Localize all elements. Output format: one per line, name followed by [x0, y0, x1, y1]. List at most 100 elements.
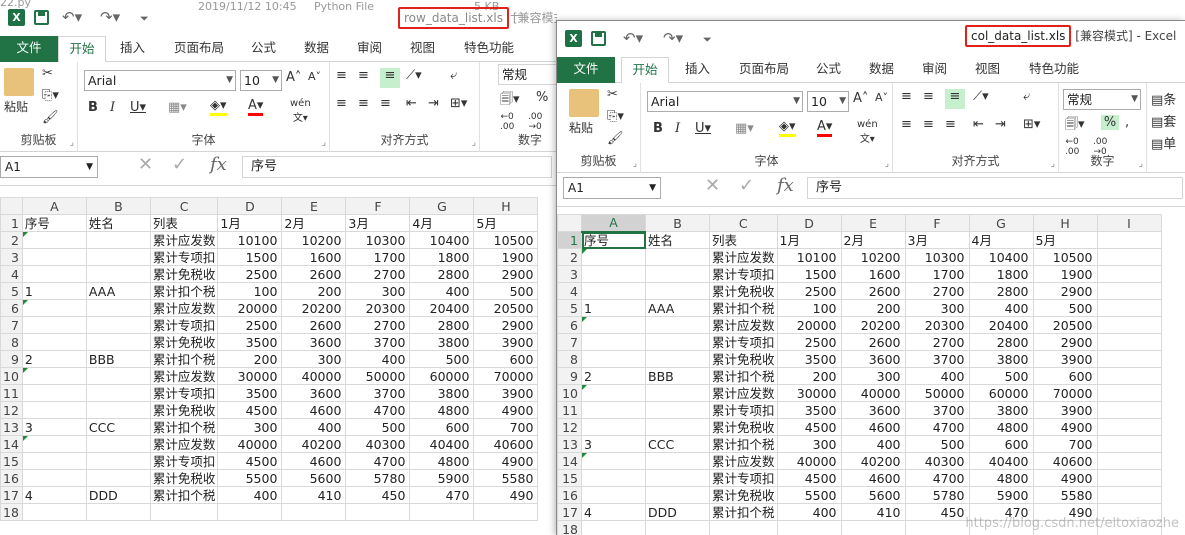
- cell-g9[interactable]: 500: [409, 350, 475, 368]
- border-icon[interactable]: ▦▾: [168, 100, 187, 115]
- cell-d18[interactable]: [776, 520, 842, 535]
- cell-h13[interactable]: 700: [473, 418, 539, 436]
- cell-d6[interactable]: 20000: [776, 316, 842, 334]
- cell-b15[interactable]: [645, 469, 710, 487]
- cell-e12[interactable]: 4600: [840, 418, 906, 436]
- cell-g4[interactable]: 2800: [968, 282, 1034, 300]
- cell-d13[interactable]: 300: [217, 418, 283, 436]
- cell-e11[interactable]: 3600: [281, 384, 347, 402]
- cell-c3[interactable]: 累计专项扣: [149, 248, 219, 266]
- row-header[interactable]: 13: [557, 435, 582, 453]
- cell-h6[interactable]: 20500: [473, 299, 539, 317]
- cell-g5[interactable]: 400: [409, 282, 475, 300]
- italic-icon[interactable]: I: [110, 100, 115, 115]
- cell-e17[interactable]: 410: [281, 486, 347, 504]
- cell-i16[interactable]: [1096, 486, 1162, 504]
- cell-i6[interactable]: [1096, 316, 1162, 334]
- tab-page-layout[interactable]: 页面布局: [168, 36, 230, 62]
- tab-data[interactable]: 数据: [863, 57, 900, 83]
- cell-styles-button[interactable]: ▤单: [1151, 133, 1176, 152]
- font-color-icon[interactable]: A▾: [248, 98, 264, 116]
- cut-icon[interactable]: ✂: [42, 66, 53, 81]
- cell-c2[interactable]: 累计应发数: [709, 248, 778, 266]
- align-right-icon[interactable]: ≡: [945, 117, 956, 132]
- comma-icon[interactable]: ,: [1125, 115, 1129, 130]
- row-header[interactable]: 11: [557, 401, 582, 419]
- cell-g16[interactable]: 5900: [409, 469, 475, 487]
- cell-h7[interactable]: 2900: [1032, 333, 1098, 351]
- indent-decrease-icon[interactable]: ⇤: [406, 96, 417, 111]
- format-painter-icon[interactable]: 🖌: [607, 131, 624, 146]
- column-header-c[interactable]: C: [709, 214, 778, 232]
- cell-c17[interactable]: 累计扣个税: [709, 503, 778, 521]
- align-center-v-icon[interactable]: ≡: [358, 68, 369, 83]
- column-header-d[interactable]: D: [776, 214, 842, 232]
- cell-a10[interactable]: [581, 384, 646, 402]
- phonetic-icon[interactable]: wén 文▾: [290, 98, 311, 124]
- cell-a8[interactable]: [21, 333, 87, 351]
- italic-icon[interactable]: I: [675, 121, 680, 136]
- cell-c8[interactable]: 累计免税收: [709, 350, 778, 368]
- cell-e2[interactable]: 10200: [281, 231, 347, 249]
- phonetic-icon[interactable]: wén 文▾: [857, 119, 878, 145]
- cell-c7[interactable]: 累计专项扣: [149, 316, 219, 334]
- column-header-i[interactable]: I: [1096, 214, 1162, 232]
- cell-g3[interactable]: 1800: [409, 248, 475, 266]
- cell-e9[interactable]: 300: [281, 350, 347, 368]
- row-header[interactable]: 8: [557, 350, 582, 368]
- cell-i2[interactable]: [1096, 248, 1162, 266]
- row-header[interactable]: 18: [557, 520, 582, 535]
- tab-view[interactable]: 视图: [404, 36, 441, 62]
- tab-features[interactable]: 特色功能: [1023, 57, 1085, 83]
- cell-h12[interactable]: 4900: [473, 401, 539, 419]
- cell-g15[interactable]: 4800: [968, 469, 1034, 487]
- cell-b3[interactable]: [645, 265, 710, 283]
- percent-icon[interactable]: %: [536, 90, 548, 105]
- cell-h10[interactable]: 70000: [473, 367, 539, 385]
- cell-g15[interactable]: 4800: [409, 452, 475, 470]
- cell-b16[interactable]: [645, 486, 710, 504]
- cell-h1[interactable]: 5月: [1032, 231, 1098, 249]
- cell-d14[interactable]: 40000: [217, 435, 283, 453]
- cell-h4[interactable]: 2900: [1032, 282, 1098, 300]
- cell-h10[interactable]: 70000: [1032, 384, 1098, 402]
- cell-e13[interactable]: 400: [840, 435, 906, 453]
- indent-increase-icon[interactable]: ⇥: [428, 96, 439, 111]
- cell-e8[interactable]: 3600: [281, 333, 347, 351]
- dialog-launcher-icon[interactable]: ⌟: [1139, 159, 1143, 169]
- cell-c14[interactable]: 累计应发数: [149, 435, 219, 453]
- dialog-launcher-icon[interactable]: ⌟: [885, 159, 889, 169]
- cell-f13[interactable]: 500: [904, 435, 970, 453]
- cell-i7[interactable]: [1096, 333, 1162, 351]
- fill-color-icon[interactable]: ◈▾: [210, 98, 227, 116]
- merge-icon[interactable]: ⊞▾: [450, 96, 467, 111]
- cell-d10[interactable]: 30000: [776, 384, 842, 402]
- formula-input[interactable]: 序号: [242, 156, 552, 178]
- cell-f7[interactable]: 2700: [904, 333, 970, 351]
- cell-h13[interactable]: 700: [1032, 435, 1098, 453]
- cell-e5[interactable]: 200: [840, 299, 906, 317]
- cell-i5[interactable]: [1096, 299, 1162, 317]
- wrap-text-icon[interactable]: ⤶: [450, 68, 457, 83]
- cell-g12[interactable]: 4800: [409, 401, 475, 419]
- cell-h15[interactable]: 4900: [1032, 469, 1098, 487]
- row-header[interactable]: 10: [557, 384, 582, 402]
- cell-c17[interactable]: 累计扣个税: [149, 486, 219, 504]
- cell-c4[interactable]: 累计免税收: [149, 265, 219, 283]
- dialog-launcher-icon[interactable]: ⌟: [70, 138, 74, 148]
- cell-i1[interactable]: [1096, 231, 1162, 249]
- cell-e17[interactable]: 410: [840, 503, 906, 521]
- merge-icon[interactable]: ⊞▾: [1023, 117, 1040, 132]
- cell-g6[interactable]: 20400: [409, 299, 475, 317]
- worksheet-grid[interactable]: A B C D E F G H I 1 序号 姓名 列表 1月 2月 3月 4月 5月 2 累计应发数 10100 102…: [557, 214, 1162, 535]
- cell-c13[interactable]: 累计扣个税: [149, 418, 219, 436]
- grow-font-icon[interactable]: A˄: [286, 70, 301, 85]
- cell-h5[interactable]: 500: [1032, 299, 1098, 317]
- cell-h16[interactable]: 5580: [473, 469, 539, 487]
- cell-h3[interactable]: 1900: [473, 248, 539, 266]
- cell-a18[interactable]: [581, 520, 646, 535]
- cell-h4[interactable]: 2900: [473, 265, 539, 283]
- cell-d2[interactable]: 10100: [776, 248, 842, 266]
- cell-d18[interactable]: [217, 503, 283, 521]
- cell-g11[interactable]: 3800: [968, 401, 1034, 419]
